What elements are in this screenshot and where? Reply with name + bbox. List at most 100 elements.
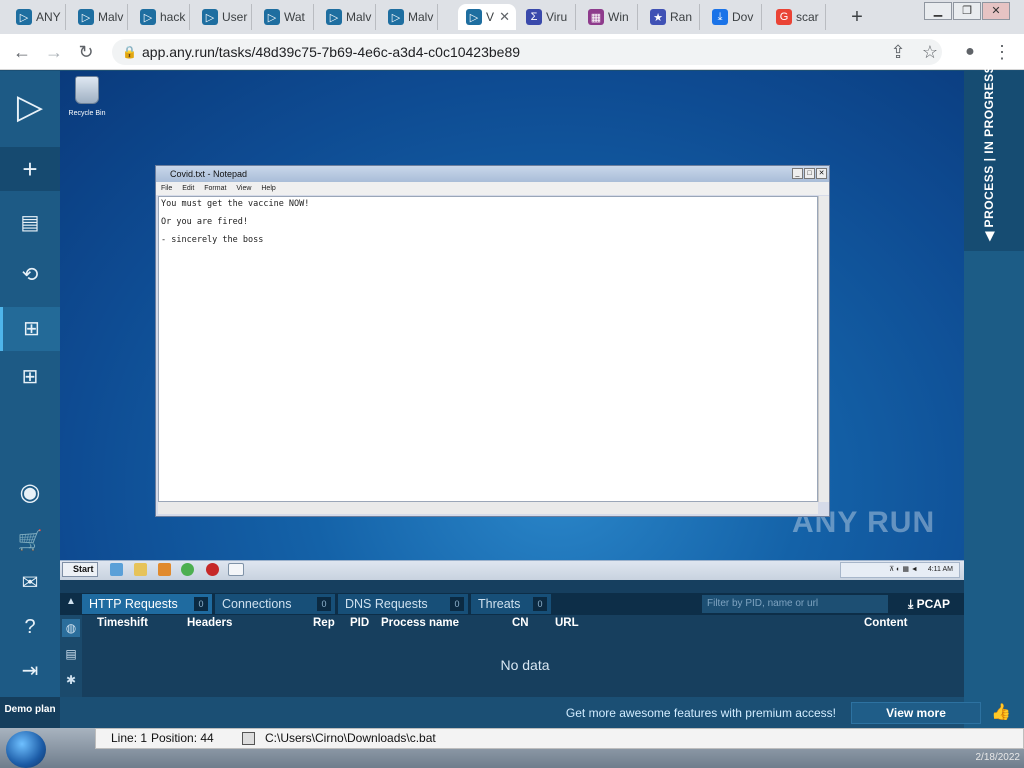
recycle-bin[interactable]: Recycle Bin [66,76,108,117]
col-timeshift[interactable]: Timeshift [97,617,148,629]
anyrun-icon: ▷ [388,9,404,25]
menu-edit[interactable]: Edit [182,185,194,192]
history-icon[interactable]: ⟲ [0,253,60,297]
new-task-button[interactable]: + [0,147,60,191]
tray-icons: ⊼ ◐ ▦ ◄ [889,566,918,573]
col-pid[interactable]: PID [350,617,369,629]
browser-tab[interactable]: ⤓ Dov [704,4,762,30]
url-input[interactable]: 🔒 app.any.run/tasks/48d39c75-7b69-4e6c-a… [112,39,942,65]
anyrun-sidebar: ▷ + ▤ ⟲ ⊞ ⊞ ◉ 🛒 ✉ ? ⇥ [0,71,60,732]
demo-plan-label[interactable]: Demo plan [0,697,60,730]
notepad-minimize-button[interactable]: _ [792,168,803,179]
windows-start-orb-icon[interactable] [6,731,46,768]
anyrun-icon: ▷ [140,9,156,25]
ie-icon[interactable] [110,563,123,576]
recycle-bin-icon [75,76,99,104]
menu-format[interactable]: Format [204,185,226,192]
browser-tab-label: V [486,10,495,24]
browser-tab[interactable]: ▷ User [194,4,252,30]
cart-icon[interactable]: 🛒 [0,519,60,563]
browser-tab[interactable]: ▦ Win [580,4,638,30]
notepad-text-area[interactable]: You must get the vaccine NOW! Or you are… [158,196,818,502]
lock-icon: 🔒 [122,45,137,59]
browser-tab[interactable]: ▷ Malv [70,4,128,30]
share-icon[interactable]: ⇪ [884,34,912,70]
col-headers[interactable]: Headers [187,617,232,629]
maximize-button[interactable]: ❐ [953,2,981,20]
panel-strip [60,580,964,593]
filter-input[interactable]: Filter by PID, name or url [702,595,888,613]
col-url[interactable]: URL [555,617,579,629]
menu-view[interactable]: View [236,185,251,192]
browser-tab-label: hack [160,10,186,24]
pcap-download-button[interactable]: ⤓ PCAP [908,594,964,614]
profile-avatar[interactable]: ● [956,34,984,70]
windows-orb-icon[interactable]: ◉ [0,471,60,515]
anyrun-logo-icon[interactable]: ▷ [0,79,60,135]
browser-tab[interactable]: ▷ Malv [380,4,438,30]
notepad-task-icon[interactable] [228,563,244,576]
thumbs-up-icon[interactable]: 👍 [990,702,1012,724]
tab-dns-requests[interactable]: DNS Requests 0 [338,594,468,614]
col-process-name[interactable]: Process name [381,617,459,629]
tab-http-requests[interactable]: HTTP Requests 0 [82,594,212,614]
browser-tab[interactable]: Gscar [768,4,826,30]
text-line: You must get the vaccine NOW! [161,199,310,209]
windows-task-icon-2[interactable]: ⊞ [0,355,60,399]
browser-tab[interactable]: ▷ ANY [8,4,66,30]
forward-button[interactable]: → [40,34,68,70]
windows-task-icon[interactable]: ⊞ [0,307,60,351]
browser-tab[interactable]: ▷ V ✕ [458,4,516,30]
winrar-icon: ▦ [588,9,604,25]
vm-taskbar [60,560,964,580]
bookmark-star-icon[interactable]: ☆ [916,34,944,70]
browser-tab-label: Malv [408,10,434,24]
globe-icon[interactable]: ◍ [62,619,80,637]
reload-button[interactable]: ↻ [72,34,100,70]
explorer-icon[interactable] [134,563,147,576]
new-tab-button[interactable]: + [846,6,868,28]
vm-clock[interactable]: ⊼ ◐ ▦ ◄ 4:11 AM [840,562,960,578]
file-icon [242,732,255,745]
process-toggle[interactable]: ◀ PROCESS | IN PROGRESS [964,65,1024,251]
reports-icon[interactable]: ▤ [0,201,60,245]
close-window-button[interactable]: ✕ [982,2,1010,20]
tab-count: 0 [317,597,331,611]
minimize-button[interactable]: ▁ [924,2,952,20]
browser-tab[interactable]: Σ Viru [518,4,576,30]
col-rep[interactable]: Rep [313,617,335,629]
tab-threats[interactable]: Threats 0 [471,594,551,614]
col-content[interactable]: Content [864,617,907,629]
file-path: C:\Users\Cirno\Downloads\c.bat [265,731,436,745]
vertical-scrollbar[interactable] [818,196,829,502]
close-tab-icon[interactable]: ✕ [499,9,510,25]
mail-icon[interactable]: ✉ [0,561,60,605]
browser-tab[interactable]: ▷ hack [132,4,190,30]
browser-tab[interactable]: ▷ Malv [318,4,376,30]
logout-icon[interactable]: ⇥ [0,649,60,693]
collapse-caret-icon[interactable]: ▲ [66,596,76,607]
chrome-icon[interactable] [181,563,194,576]
notepad-maximize-button[interactable]: □ [804,168,815,179]
browser-tab-label: Dov [732,10,754,24]
tab-connections[interactable]: Connections 0 [215,594,335,614]
start-button[interactable]: Start [62,562,98,577]
media-icon[interactable] [158,563,171,576]
anyrun-icon: ▷ [202,9,218,25]
bug-icon[interactable]: ✱ [62,671,80,689]
help-icon[interactable]: ? [0,605,60,649]
notepad-close-button[interactable]: ✕ [816,168,827,179]
opera-icon[interactable] [206,563,219,576]
horizontal-scrollbar[interactable] [158,502,818,514]
browser-tab[interactable]: ★ Ran [642,4,700,30]
col-cn[interactable]: CN [512,617,529,629]
notepad-title[interactable]: Covid.txt - Notepad _ □ ✕ [156,166,829,182]
notepad-window[interactable]: Covid.txt - Notepad _ □ ✕ File Edit Form… [155,165,830,517]
view-more-button[interactable]: View more [851,702,981,724]
menu-help[interactable]: Help [261,185,275,192]
menu-file[interactable]: File [161,185,172,192]
browser-tab-label: Malv [98,10,124,24]
browser-tab[interactable]: ▷ Wat [256,4,314,30]
document-icon[interactable]: ▤ [62,645,80,663]
back-button[interactable]: ← [8,34,36,70]
